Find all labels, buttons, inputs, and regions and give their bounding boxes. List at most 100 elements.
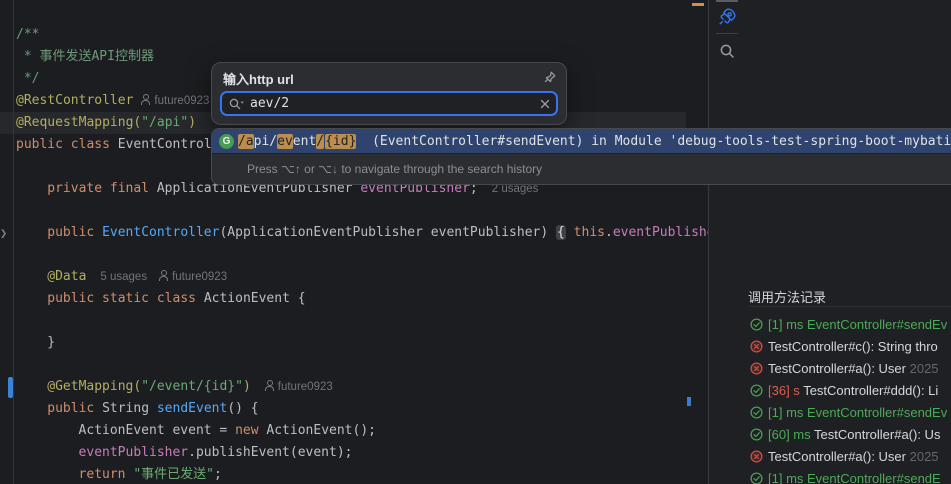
search-results-dropdown: G /api/event/{id} (EventController#sendE… xyxy=(211,128,951,185)
code-line: ActionEvent event = new ActionEvent(); xyxy=(79,420,376,442)
code-token: this xyxy=(574,225,605,240)
code-token: future0923 xyxy=(154,95,209,107)
fold-chevron-icon[interactable]: ❯ xyxy=(0,222,10,244)
url-search-popup: 输入http url xyxy=(211,62,567,125)
call-record-text: [1] ms xyxy=(768,317,807,332)
code-token: @RestController xyxy=(16,93,133,108)
search-result-row[interactable]: G /api/event/{id} (EventController#sendE… xyxy=(212,129,951,153)
panel-title-separator xyxy=(748,306,951,307)
code-token: () { xyxy=(227,401,258,416)
code-line: @Data 5 usages future0923 xyxy=(47,266,227,288)
code-token: } xyxy=(47,335,55,350)
pin-button[interactable] xyxy=(543,70,557,84)
code-line: * 事件发送API控制器 xyxy=(16,46,154,68)
code-token: public xyxy=(47,225,102,240)
call-record-text: EventController#sendEv xyxy=(807,405,947,420)
scrollbar-change-mark xyxy=(687,397,691,406)
call-record-text: [1] ms xyxy=(768,405,807,420)
call-record-text: TestController#a(): User xyxy=(768,449,910,464)
call-record-row[interactable]: [36] s TestController#ddd(): Li xyxy=(750,380,951,401)
code-token: future0923 xyxy=(278,381,333,393)
rocket-button[interactable] xyxy=(716,6,738,28)
code-token: * 事件发送API控制器 xyxy=(16,49,154,64)
code-token: private final xyxy=(47,181,157,196)
call-record-text: 2025 xyxy=(910,361,939,376)
code-line: */ xyxy=(16,68,39,90)
code-token: eventPublisher xyxy=(613,225,708,240)
code-token: sendEvent xyxy=(157,401,227,416)
call-record-row[interactable]: [1] ms EventController#sendEv xyxy=(750,402,951,423)
search-field[interactable] xyxy=(220,91,558,116)
code-line: /** xyxy=(16,24,39,46)
code-token xyxy=(566,225,574,240)
code-token: . xyxy=(605,225,613,240)
scrollbar-warning-mark xyxy=(692,3,704,6)
ide-window: ❯ /** * 事件发送API控制器 */ @RestController futu… xyxy=(0,0,951,484)
code-token: String xyxy=(102,401,157,416)
code-token: "/event/{id}" xyxy=(141,379,243,394)
code-line: public static class ActionEvent { xyxy=(47,288,305,310)
code-line: @GetMapping("/event/{id}")future0923 xyxy=(47,376,333,398)
code-token: @RequestMapping( xyxy=(16,115,141,130)
code-token: ActionEvent event = xyxy=(79,423,236,438)
call-record-row[interactable]: [1] ms EventController#sendE xyxy=(750,468,951,484)
panel-search-button[interactable] xyxy=(716,40,738,62)
hint-text: Press ⌥↑ or ⌥↓ to navigate through the s… xyxy=(247,162,542,176)
call-record-text: TestController#ddd(): Li xyxy=(803,383,938,398)
call-record-text: EventController#sendEv xyxy=(807,317,947,332)
match-highlight: ev xyxy=(277,134,293,149)
result-text: (EventController#sendEvent) in Module 'd… xyxy=(356,134,951,149)
code-line: @RestController future0923 xyxy=(16,90,209,112)
code-token: EventController xyxy=(102,225,219,240)
call-record-row[interactable]: [1] ms EventController#sendEv xyxy=(750,314,951,335)
code-line: public class EventController xyxy=(16,134,235,156)
code-token: eventPublisher xyxy=(79,445,189,460)
code-token: { xyxy=(556,225,566,240)
code-token: return xyxy=(79,467,134,482)
call-record-text: TestController#a(): User xyxy=(768,361,910,376)
call-record-text: TestController#c(): String thro xyxy=(768,339,938,354)
error-icon xyxy=(750,338,763,351)
error-icon xyxy=(750,448,763,461)
result-text: ent xyxy=(293,134,316,149)
code-token: 5 usages xyxy=(100,271,147,283)
call-record-text: EventController#sendE xyxy=(807,471,941,484)
rocket-icon xyxy=(716,15,738,32)
code-line: eventPublisher.publishEvent(event); xyxy=(79,442,353,464)
search-history-hint: Press ⌥↑ or ⌥↓ to navigate through the s… xyxy=(212,153,951,184)
search-input[interactable] xyxy=(250,96,540,111)
code-token: ActionEvent { xyxy=(204,291,306,306)
pin-icon xyxy=(543,71,557,88)
code-token: future0923 xyxy=(172,271,227,283)
call-record-text: TestController#a(): Us xyxy=(814,427,940,442)
panel-separator xyxy=(708,0,709,484)
clear-button[interactable] xyxy=(540,99,550,109)
error-icon xyxy=(750,360,763,373)
code-token: ) xyxy=(188,115,196,130)
code-token: public static class xyxy=(47,291,204,306)
code-token: ActionEvent(); xyxy=(266,423,376,438)
call-record-row[interactable]: TestController#a(): User 2025 xyxy=(750,446,951,467)
code-token: @Data xyxy=(47,269,86,284)
match-highlight: {id} xyxy=(325,134,356,149)
vcs-change-marker xyxy=(8,377,13,398)
call-record-text: [60] ms xyxy=(768,427,814,442)
code-line: public String sendEvent() { xyxy=(47,398,258,420)
success-icon xyxy=(750,382,763,395)
call-record-text: [1] ms xyxy=(768,471,807,484)
success-icon xyxy=(750,404,763,417)
http-get-icon: G xyxy=(219,134,234,149)
call-record-row[interactable]: TestController#a(): User 2025 xyxy=(750,358,951,379)
search-icon xyxy=(716,49,738,66)
code-token: /** xyxy=(16,27,39,42)
call-record-row[interactable]: [60] ms TestController#a(): Us xyxy=(750,424,951,445)
result-text: pi/ xyxy=(254,134,277,149)
call-record-row[interactable]: TestController#c(): String thro xyxy=(750,336,951,357)
person-icon xyxy=(159,270,168,281)
code-token: */ xyxy=(16,71,39,86)
code-line: } xyxy=(47,332,55,354)
stripe-divider xyxy=(716,33,738,34)
search-history-icon[interactable] xyxy=(228,97,246,111)
code-token: @GetMapping( xyxy=(47,379,141,394)
match-highlight: /a xyxy=(238,134,254,149)
